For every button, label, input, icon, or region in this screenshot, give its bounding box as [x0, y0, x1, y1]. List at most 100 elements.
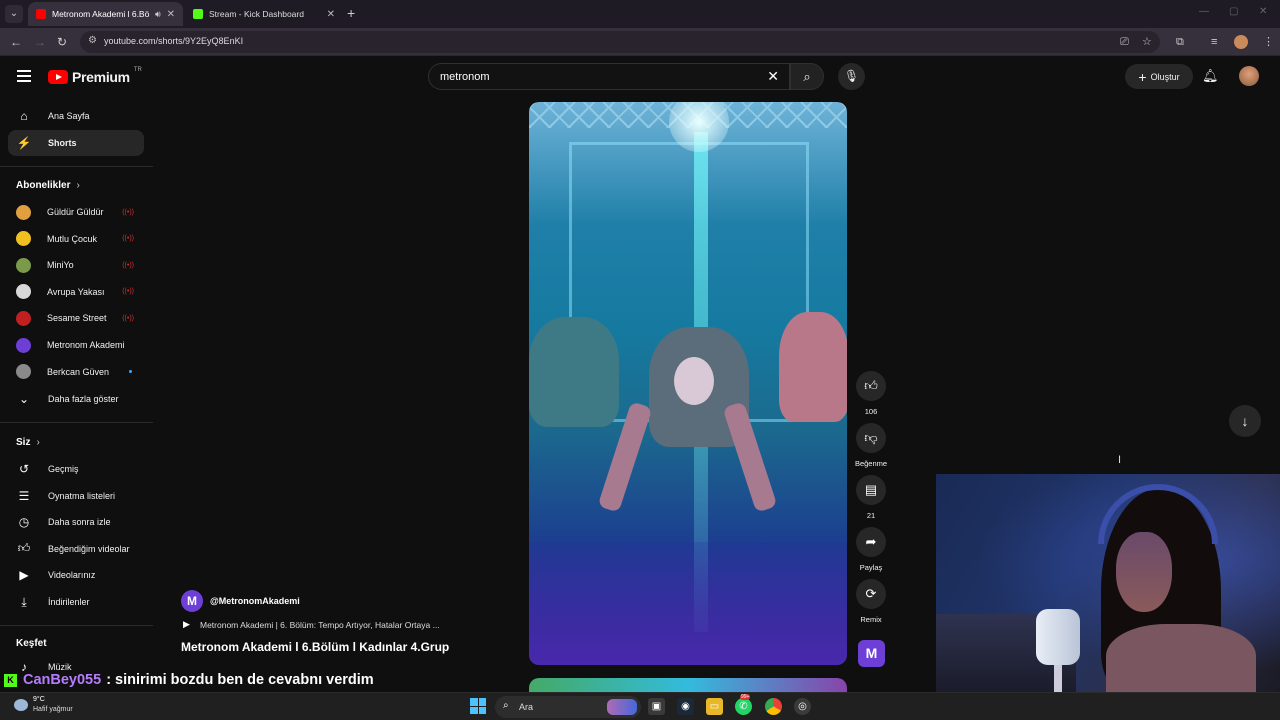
clear-search-icon[interactable]: ✕	[767, 68, 779, 85]
streamer-webcam-overlay	[936, 474, 1280, 692]
sidebar-item-subscription[interactable]: Sesame Street ((•))	[8, 305, 144, 331]
minimize-icon[interactable]: —	[1199, 6, 1209, 17]
sidebar-item-label: Shorts	[48, 137, 77, 148]
remix-label: Remix	[860, 615, 882, 624]
sidebar-item-label: Geçmiş	[48, 464, 79, 474]
remix-button[interactable]: ⟳ Remix	[856, 579, 886, 624]
sidebar-item-label: Berkcan Güven	[47, 366, 110, 377]
close-tab-icon[interactable]: ✕	[167, 9, 175, 20]
share-icon[interactable]: ➦	[856, 527, 886, 557]
voice-search-icon[interactable]: 🎙︎	[838, 63, 865, 90]
short-video-player[interactable]	[529, 102, 847, 665]
next-short-down-arrow-icon[interactable]: ↓	[1229, 405, 1261, 437]
browser-menu-icon[interactable]: ⋮	[1263, 35, 1274, 49]
url-text[interactable]: youtube.com/shorts/9Y2EyQ8EnKI	[104, 36, 243, 46]
sidebar-item-subscription[interactable]: Güldür Güldür ((•))	[8, 199, 144, 225]
sidebar-item-your-videos[interactable]: ▶ Videolarınız	[8, 562, 144, 588]
dancer-left	[529, 317, 619, 427]
share-button[interactable]: ➦ Paylaş	[856, 527, 886, 572]
home-icon: ⌂	[20, 109, 28, 123]
weather-icon[interactable]	[14, 699, 28, 711]
sidebar-item-home[interactable]: ⌂ Ana Sayfa	[8, 103, 144, 129]
tab-metronom[interactable]: Metronom Akademi l 6.Bö 🔊︎ ✕	[28, 2, 183, 26]
channel-avatar	[16, 337, 31, 353]
sidebar-item-subscription[interactable]: Mutlu Çocuk ((•))	[8, 226, 144, 252]
thumbs-up-icon[interactable]: 👍︎	[856, 371, 886, 401]
playlist-play-icon[interactable]: ▶	[183, 619, 190, 630]
account-avatar[interactable]	[1239, 66, 1259, 86]
live-indicator-icon: ((•))	[122, 261, 134, 269]
streamer-body	[1106, 624, 1256, 692]
sidebar-item-watch-later[interactable]: ◷ Daha sonra izle	[8, 509, 144, 535]
chrome-icon[interactable]	[765, 698, 782, 715]
comments-button[interactable]: ▤ 21	[856, 475, 886, 520]
kick-badge-icon: K	[4, 673, 17, 687]
like-icon: 👍︎	[17, 541, 31, 556]
like-button[interactable]: 👍︎ 106	[856, 371, 886, 416]
comment-icon[interactable]: ▤	[856, 475, 886, 505]
live-indicator-icon: ((•))	[122, 208, 134, 216]
weather-temperature[interactable]: 9°C	[33, 696, 45, 703]
weather-description[interactable]: Hafif yağmur	[33, 706, 73, 713]
sidebar-divider	[0, 422, 153, 423]
omnibox[interactable]: ⚙ youtube.com/shorts/9Y2EyQ8EnKI	[80, 31, 1160, 53]
install-app-icon[interactable]: ⎚	[1120, 35, 1129, 49]
sidebar-item-subscription[interactable]: Avrupa Yakası ((•))	[8, 279, 144, 305]
you-heading[interactable]: Siz ›	[16, 437, 40, 448]
windows-start-icon[interactable]	[470, 698, 486, 714]
sidebar-item-subscription[interactable]: Berkcan Güven	[8, 359, 144, 385]
search-input[interactable]: metronom ✕	[428, 63, 790, 90]
obs-icon[interactable]: ◎	[794, 698, 811, 715]
media-controls-icon[interactable]: ≡	[1211, 35, 1217, 49]
speaker-icon[interactable]: 🔊︎	[155, 9, 161, 20]
sidebar-item-history[interactable]: ↺ Geçmiş	[8, 456, 144, 482]
new-tab-icon[interactable]: +	[347, 6, 355, 20]
task-view-icon[interactable]: ▣	[648, 698, 665, 715]
channel-avatar[interactable]: M	[181, 590, 203, 612]
maximize-icon[interactable]: ▢	[1229, 6, 1238, 17]
steam-icon[interactable]: ◉	[677, 698, 694, 715]
playlist-link[interactable]: Metronom Akademi | 6. Bölüm: Tempo Artıy…	[200, 620, 440, 630]
stream-chat-overlay: K CanBey055 : sinirimi bozdu ben de ceva…	[4, 669, 374, 691]
file-explorer-icon[interactable]: ▭	[706, 698, 723, 715]
sidebar-item-show-more[interactable]: ⌄ Daha fazla göster	[8, 386, 144, 412]
sidebar-item-subscription[interactable]: Metronom Akademi	[8, 332, 144, 358]
thumbs-down-icon[interactable]: 👎︎	[856, 423, 886, 453]
subscriptions-heading[interactable]: Abonelikler ›	[16, 180, 80, 191]
sidebar-item-playlist[interactable]: ☰ Oynatma listeleri	[8, 483, 144, 509]
search-query[interactable]: metronom	[440, 71, 490, 83]
explore-heading[interactable]: Keşfet	[16, 638, 47, 649]
next-short-preview[interactable]	[529, 678, 847, 692]
history-icon: ↺	[18, 462, 30, 476]
notifications-bell-icon[interactable]: 🔔︎	[1202, 68, 1219, 84]
dislike-button[interactable]: 👎︎ Beğenme	[855, 423, 887, 468]
mic-stand	[1054, 662, 1062, 692]
bookmark-star-icon[interactable]: ☆	[1142, 35, 1152, 49]
forward-icon[interactable]: →	[34, 34, 46, 50]
remix-icon[interactable]: ⟳	[856, 579, 886, 609]
search-icon[interactable]: ⌕	[790, 63, 824, 90]
tab-kick-dashboard[interactable]: Stream - Kick Dashboard ✕	[185, 2, 343, 26]
back-icon[interactable]: ←	[10, 34, 22, 50]
sidebar-item-download[interactable]: ⤓ İndirilenler	[8, 589, 144, 615]
close-window-icon[interactable]: ✕	[1259, 6, 1267, 17]
youtube-premium-logo[interactable]: Premium TR	[48, 67, 142, 85]
reload-icon[interactable]: ↻	[57, 34, 67, 50]
close-tab-icon[interactable]: ✕	[327, 9, 335, 20]
create-button[interactable]: + Oluştur	[1125, 64, 1193, 89]
sidebar-item-subscription[interactable]: MiniYo ((•))	[8, 252, 144, 278]
taskbar-search[interactable]: ⌕ Ara	[495, 696, 641, 718]
channel-handle[interactable]: @MetronomAkademi	[210, 596, 300, 606]
tab-search-button[interactable]: ⌄	[5, 5, 23, 23]
chat-username: CanBey055	[23, 672, 102, 688]
sidebar-item-like[interactable]: 👍︎ Beğendiğim videolar	[8, 536, 144, 562]
browser-profile-avatar[interactable]	[1234, 35, 1248, 49]
sidebar-item-shorts[interactable]: ⚡ Shorts	[8, 129, 144, 156]
extensions-icon[interactable]: ⧉	[1176, 35, 1184, 49]
site-info-icon[interactable]: ⚙	[88, 35, 97, 46]
channel-avatar	[16, 231, 31, 247]
whatsapp-icon[interactable]: ✆	[735, 698, 752, 715]
hamburger-menu-icon[interactable]	[17, 70, 31, 82]
channel-thumbnail[interactable]: M	[858, 640, 885, 667]
sidebar-item-label: MiniYo	[47, 260, 74, 271]
